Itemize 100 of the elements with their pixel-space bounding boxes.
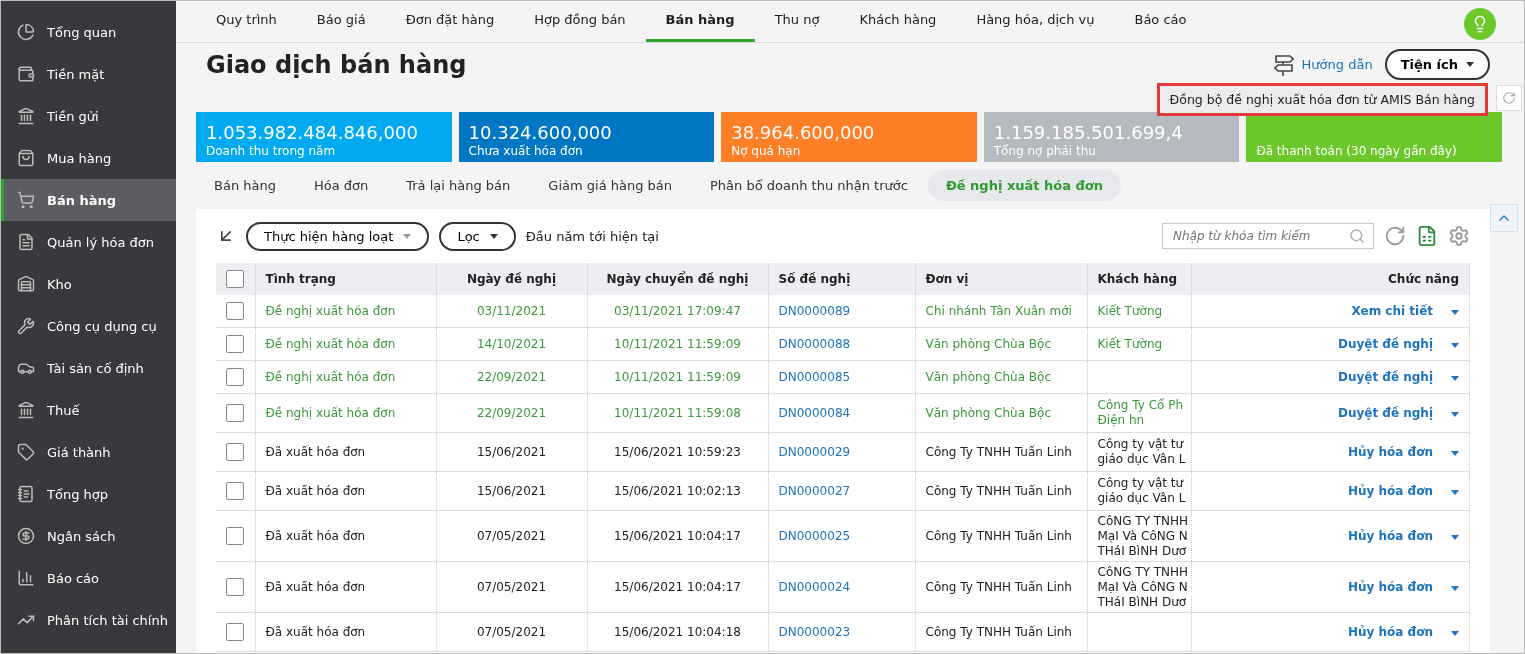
column-header: Tình trạng [255, 263, 436, 295]
sidebar-item[interactable]: Mua hàng [1, 137, 176, 179]
nav-tab[interactable]: Bán hàng [645, 0, 755, 42]
proposal-link[interactable]: DN0000085 [778, 369, 851, 385]
nav-tab[interactable]: Báo giá [296, 0, 386, 42]
nav-tab[interactable]: Hàng hóa, dịch vụ [956, 0, 1115, 42]
bank-icon [17, 401, 35, 419]
table-cell: Công ty vật tư giáo dục Vân L [1097, 476, 1186, 506]
row-checkbox[interactable] [226, 443, 244, 461]
sidebar-item[interactable]: Kho [1, 263, 176, 305]
tag-icon [17, 443, 35, 461]
caret-icon[interactable] [1451, 535, 1459, 540]
sidebar-item[interactable]: Giá thành [1, 431, 176, 473]
row-action-link[interactable]: Hủy hóa đơn [1347, 445, 1433, 459]
lightbulb-icon[interactable] [1464, 8, 1496, 40]
proposal-link[interactable]: DN0000084 [778, 405, 851, 421]
caret-icon[interactable] [1451, 586, 1459, 591]
sidebar-item[interactable]: Tiền mặt [1, 53, 176, 95]
sidebar-item[interactable]: Ngân sách [1, 515, 176, 557]
sidebar-item[interactable]: Tài sản cố định [1, 347, 176, 389]
row-action-link[interactable]: Duyệt đề nghị [1337, 406, 1433, 420]
proposal-link[interactable]: DN0000027 [778, 483, 851, 499]
sidebar-item[interactable]: Công cụ dụng cụ [1, 305, 176, 347]
table-cell: 03/11/2021 17:09:47 [614, 303, 741, 319]
utilities-button[interactable]: Tiện ích [1384, 49, 1490, 80]
search-field[interactable]: Nhập từ khóa tìm kiếm [1162, 223, 1374, 249]
caret-icon[interactable] [1451, 343, 1459, 348]
dollar-circle-icon [17, 527, 35, 545]
batch-action-button[interactable]: Thực hiện hàng loạt [246, 221, 430, 251]
filter-button[interactable]: Lọc [439, 221, 516, 251]
sub-tab[interactable]: Trả lại hàng bán [388, 170, 529, 201]
shopping-bag-icon [17, 149, 35, 167]
nav-tab[interactable]: Khách hàng [839, 0, 957, 42]
table-cell: Công ty vật tư giáo dục Vân L [1097, 437, 1186, 467]
row-action-link[interactable]: Hủy hóa đơn [1347, 529, 1433, 543]
row-action-link[interactable]: Hủy hóa đơn [1347, 580, 1433, 594]
status-text: Đã xuất hóa đơn [265, 444, 366, 460]
caret-icon[interactable] [1451, 451, 1459, 456]
sidebar-item[interactable]: Thuế [1, 389, 176, 431]
row-checkbox[interactable] [226, 527, 244, 545]
row-action-link[interactable]: Duyệt đề nghị [1337, 370, 1433, 384]
nav-tab[interactable]: Báo cáo [1114, 0, 1207, 42]
refresh-icon[interactable] [1384, 225, 1406, 247]
caret-icon[interactable] [1451, 631, 1459, 636]
row-action-link[interactable]: Duyệt đề nghị [1337, 337, 1433, 351]
sidebar-item[interactable]: Quản lý hóa đơn [1, 221, 176, 263]
status-text: Đề nghị xuất hóa đơn [265, 369, 396, 385]
sub-tab[interactable]: Giảm giá hàng bán [530, 170, 691, 201]
row-checkbox[interactable] [226, 368, 244, 386]
select-all-checkbox[interactable] [226, 270, 244, 288]
caret-icon[interactable] [1451, 310, 1459, 315]
spreadsheet-icon[interactable] [1416, 225, 1438, 247]
kpi-label: Nợ quá hạn [731, 144, 802, 158]
kpi-label: Doanh thu trong năm [206, 144, 337, 158]
column-header: Khách hàng [1087, 263, 1191, 295]
table-cell: 10/11/2021 11:59:09 [614, 369, 741, 385]
proposal-link[interactable]: DN0000024 [778, 579, 851, 595]
caret-icon[interactable] [1451, 490, 1459, 495]
sidebar-item[interactable]: Báo cáo [1, 557, 176, 599]
scroll-up-button[interactable] [1490, 204, 1518, 232]
sub-tab[interactable]: Phân bổ doanh thu nhận trước [692, 170, 926, 201]
guide-link[interactable]: Hướng dẫn [1301, 57, 1373, 72]
sidebar-item[interactable]: Bán hàng [1, 179, 176, 221]
row-checkbox[interactable] [226, 623, 244, 641]
table-cell: Công Ty TNHH Tuấn Linh [925, 483, 1072, 499]
row-checkbox[interactable] [226, 482, 244, 500]
sidebar-item[interactable]: Tổng quan [1, 11, 176, 53]
nav-tab[interactable]: Quy trình [196, 0, 297, 42]
nav-tab[interactable]: Thu nợ [754, 0, 840, 42]
sidebar-item[interactable]: Tiền gửi [1, 95, 176, 137]
nav-tab[interactable]: Đơn đặt hàng [385, 0, 515, 42]
settings-icon[interactable] [1448, 225, 1470, 247]
table-cell: Văn phòng Chùa Bộc [925, 405, 1051, 421]
proposal-link[interactable]: DN0000023 [778, 624, 851, 640]
sub-tab[interactable]: Hóa đơn [295, 170, 387, 201]
column-header: Số đề nghị [768, 263, 915, 295]
row-checkbox[interactable] [226, 302, 244, 320]
sidebar-item[interactable]: Tổng hợp [1, 473, 176, 515]
row-action-link[interactable]: Hủy hóa đơn [1347, 484, 1433, 498]
proposal-link[interactable]: DN0000029 [778, 444, 851, 460]
table-cell: 15/06/2021 10:02:13 [614, 483, 741, 499]
proposal-link[interactable]: DN0000088 [778, 336, 851, 352]
row-checkbox[interactable] [226, 335, 244, 353]
row-action-link[interactable]: Hủy hóa đơn [1347, 625, 1433, 639]
nav-tab[interactable]: Hợp đồng bán [514, 0, 646, 42]
period-label: Đầu năm tới hiện tại [525, 228, 660, 244]
proposal-link[interactable]: DN0000025 [778, 528, 851, 544]
caret-icon[interactable] [1451, 412, 1459, 417]
proposal-link[interactable]: DN0000089 [778, 303, 851, 319]
search-icon[interactable] [1349, 228, 1365, 244]
menu-item[interactable]: Đồng bộ đề nghị xuất hóa đơn từ AMIS Bán hàng [1167, 90, 1477, 109]
row-action-link[interactable]: Xem chi tiết [1351, 304, 1433, 318]
kpi-label: Chưa xuất hóa đơn [468, 144, 584, 158]
sub-tab[interactable]: Bán hàng [196, 170, 294, 201]
sidebar-item[interactable]: Phân tích tài chính [1, 599, 176, 641]
caret-icon[interactable] [1451, 376, 1459, 381]
row-checkbox[interactable] [226, 578, 244, 596]
status-text: Đề nghị xuất hóa đơn [265, 336, 396, 352]
table-cell: Văn phòng Chùa Bộc [925, 336, 1051, 352]
row-checkbox[interactable] [226, 404, 244, 422]
